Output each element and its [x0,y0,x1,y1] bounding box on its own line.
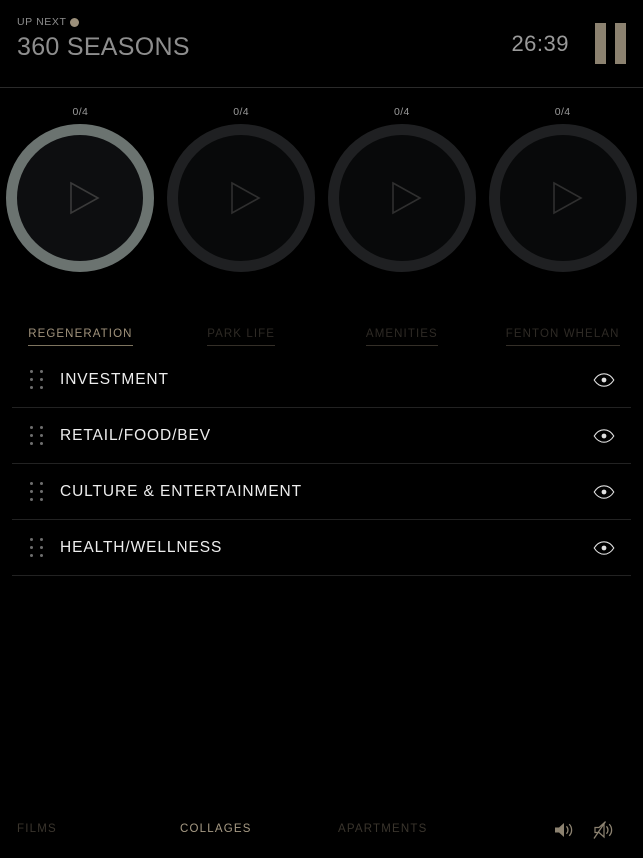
chapter-circle-park-life: 0/4 [161,88,322,294]
player-header: UP NEXT 360 SEASONS 26:39 [0,0,643,88]
chapter-circles-row: 0/4 0/4 0/4 0/4 [0,88,643,294]
drag-handle-icon[interactable] [26,425,48,447]
chapter-count-label: 0/4 [72,106,89,118]
drag-handle-icon[interactable] [26,481,48,503]
play-circle-button-4[interactable] [488,124,637,272]
table-row[interactable]: INVESTMENT [12,352,631,408]
tab-label: FENTON WHELAN [505,328,620,346]
speaker-on-icon [555,823,573,837]
table-row[interactable]: CULTURE & ENTERTAINMENT [12,464,631,520]
list-item-label: HEALTH/WELLNESS [60,538,223,556]
timecode-display: 26:39 [511,30,569,56]
chapter-circle-fenton-whelan: 0/4 [482,88,643,294]
header-controls: 26:39 [511,0,626,87]
drag-handle-icon[interactable] [26,369,48,391]
play-icon [392,181,422,215]
tab-label: REGENERATION [28,328,133,346]
drag-handle-icon[interactable] [26,537,48,559]
chapter-list: INVESTMENT RETAIL/FOOD/BEV CULTURE & ENT… [0,352,643,802]
play-circle-button-2[interactable] [167,124,316,272]
play-circle-button-1[interactable] [6,124,155,272]
chapter-count-label: 0/4 [233,106,250,118]
pause-bar-right-icon [615,23,626,64]
speaker-muted-icon [593,821,613,839]
nav-item-apartments[interactable]: APARTMENTS [338,824,428,836]
list-item-label: RETAIL/FOOD/BEV [60,426,212,444]
audio-controls [552,818,618,842]
eye-icon [593,540,615,555]
speaker-on-button[interactable] [552,818,578,842]
visibility-toggle-button[interactable] [591,535,617,561]
list-item-label: CULTURE & ENTERTAINMENT [60,482,303,500]
eye-icon [593,428,615,443]
chapter-circle-regeneration: 0/4 [0,88,161,294]
tab-amenities[interactable]: AMENITIES [322,328,483,353]
chapter-circle-amenities: 0/4 [322,88,483,294]
play-icon [552,181,583,215]
tab-label: AMENITIES [365,328,438,346]
bottom-navigation: FILMS COLLAGES APARTMENTS [0,802,643,858]
header-title-block: UP NEXT 360 SEASONS [17,15,190,61]
chapter-count-label: 0/4 [393,106,410,118]
visibility-toggle-button[interactable] [591,367,617,393]
play-circle-button-3[interactable] [327,124,476,272]
app-screen: UP NEXT 360 SEASONS 26:39 0/4 0/4 0/4 0/… [0,0,643,858]
speaker-mute-button[interactable] [592,818,618,842]
table-row[interactable]: HEALTH/WELLNESS [12,520,631,576]
category-tabs: REGENERATION PARK LIFE AMENITIES FENTON … [0,294,643,352]
play-icon [70,181,101,215]
tab-regeneration[interactable]: REGENERATION [0,328,161,353]
nav-item-films[interactable]: FILMS [17,824,57,836]
pause-button[interactable] [595,23,626,64]
eye-icon [593,484,615,499]
list-item-label: INVESTMENT [60,370,169,388]
tab-label: PARK LIFE [207,328,276,346]
up-next-label: UP NEXT [17,15,67,28]
up-next-row: UP NEXT [17,15,190,29]
play-icon [231,181,261,215]
page-title: 360 SEASONS [17,33,190,61]
chapter-count-label: 0/4 [554,106,571,118]
table-row[interactable]: RETAIL/FOOD/BEV [12,408,631,464]
visibility-toggle-button[interactable] [591,479,617,505]
visibility-toggle-button[interactable] [591,423,617,449]
tab-park-life[interactable]: PARK LIFE [161,328,322,353]
nav-item-collages[interactable]: COLLAGES [180,824,252,836]
eye-icon [593,372,615,387]
pause-bar-left-icon [595,23,606,64]
status-dot-icon [69,17,79,27]
tab-fenton-whelan[interactable]: FENTON WHELAN [482,328,643,353]
